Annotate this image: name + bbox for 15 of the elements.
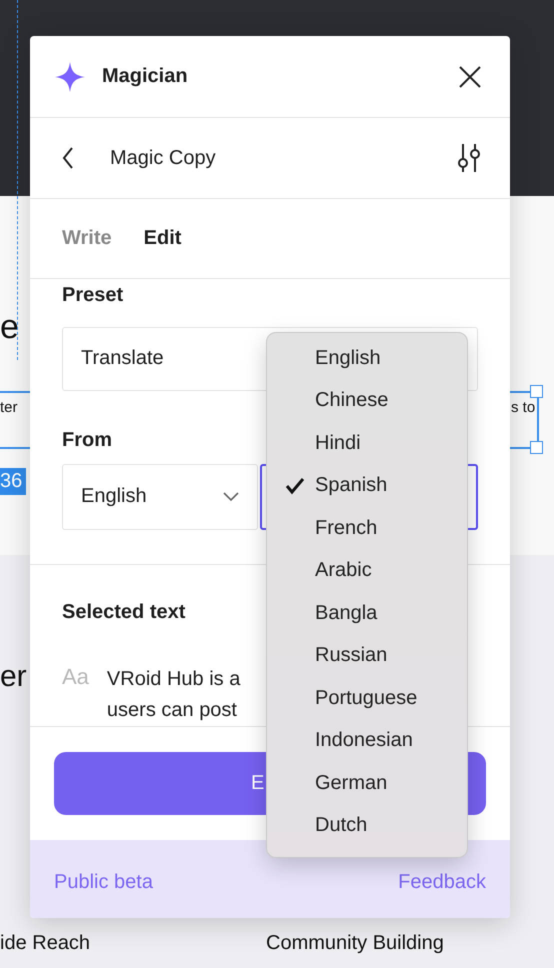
panel-title: Magician xyxy=(102,65,189,88)
size-badge: 36 xyxy=(0,468,26,495)
panel-subtitle: Magic Copy xyxy=(110,146,217,170)
beta-label: Public beta xyxy=(54,870,153,894)
selected-text-preview: VRoid Hub is a users can post xyxy=(106,667,240,723)
text-style-icon: Aa xyxy=(62,664,89,726)
canvas-heading: er xyxy=(0,660,27,694)
canvas-text: e xyxy=(0,308,19,347)
canvas-text: ide Reach xyxy=(0,932,90,955)
canvas-text: s to xyxy=(511,399,536,416)
field-label: From xyxy=(62,428,112,452)
field-label: Preset xyxy=(62,284,124,307)
canvas-text: Community Building xyxy=(266,932,444,955)
canvas-text: ter xyxy=(0,399,18,416)
section-label: Selected text xyxy=(62,601,186,624)
